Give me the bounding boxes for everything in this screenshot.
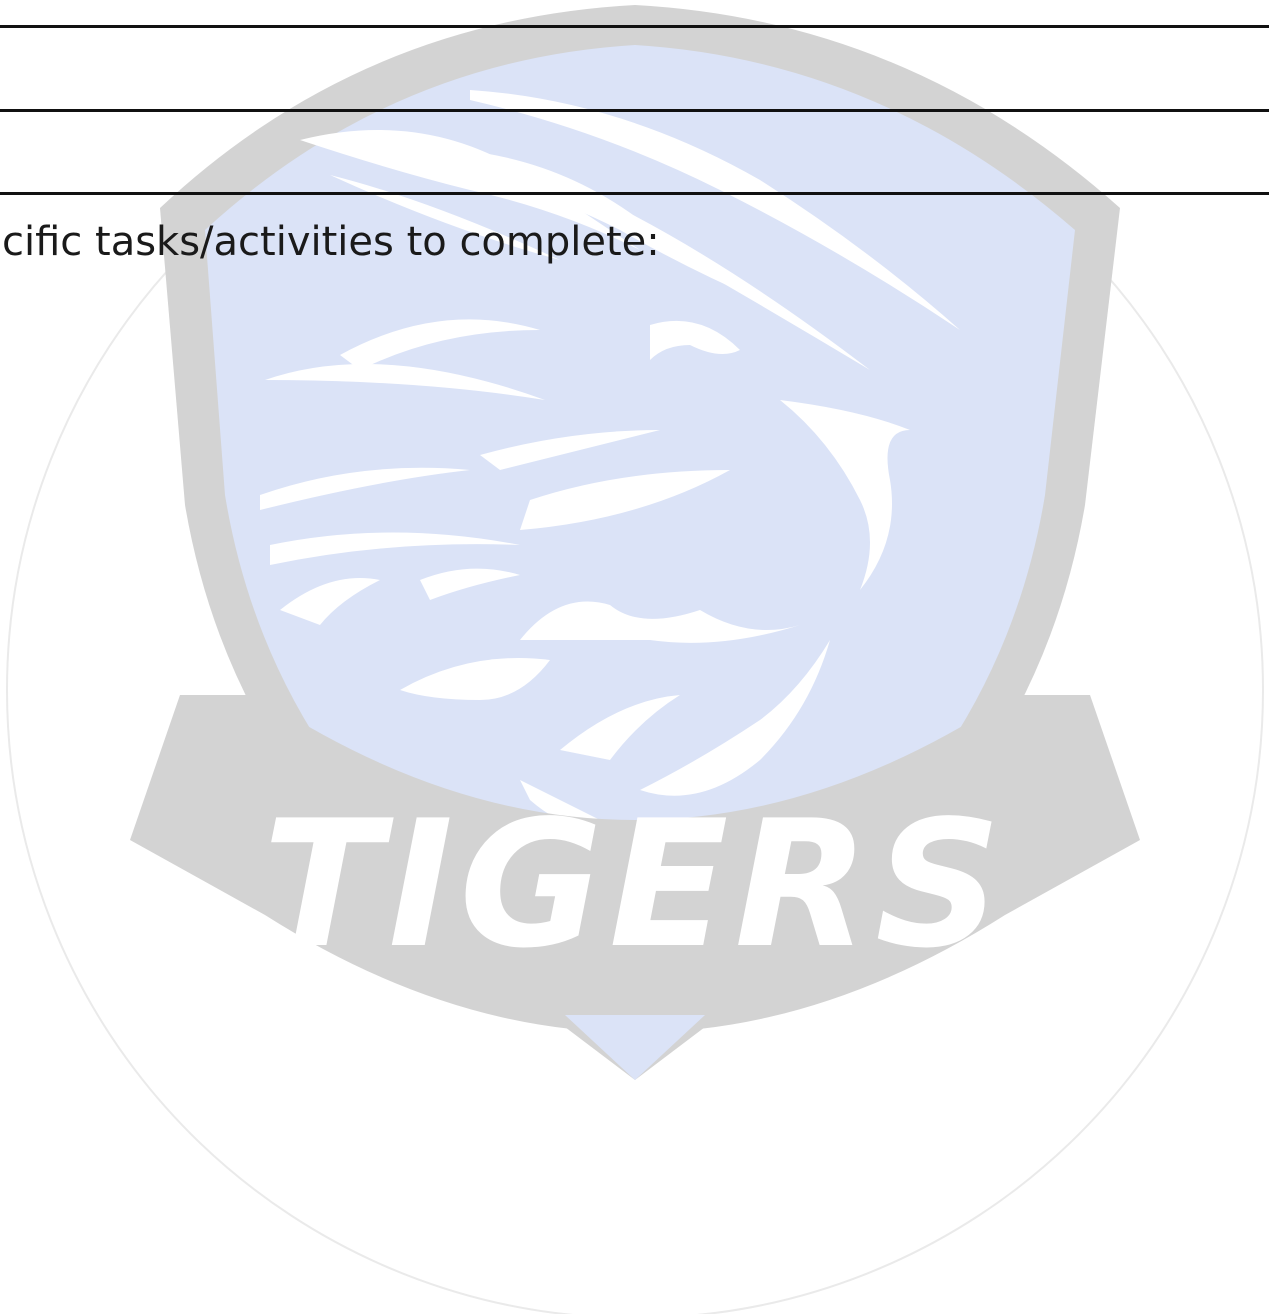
crest-banner-text: TIGERS (263, 784, 1007, 987)
fill-in-line-2[interactable] (0, 109, 1269, 112)
fill-in-line-1[interactable] (0, 25, 1269, 28)
fill-in-line-3[interactable] (0, 192, 1269, 195)
tigers-crest-logo-icon: TIGERS (6, 5, 1264, 1314)
tasks-prompt-text: cific tasks/activities to complete: (2, 219, 660, 265)
document-page: TIGERS cific tasks/activities to complet… (0, 0, 1269, 1314)
